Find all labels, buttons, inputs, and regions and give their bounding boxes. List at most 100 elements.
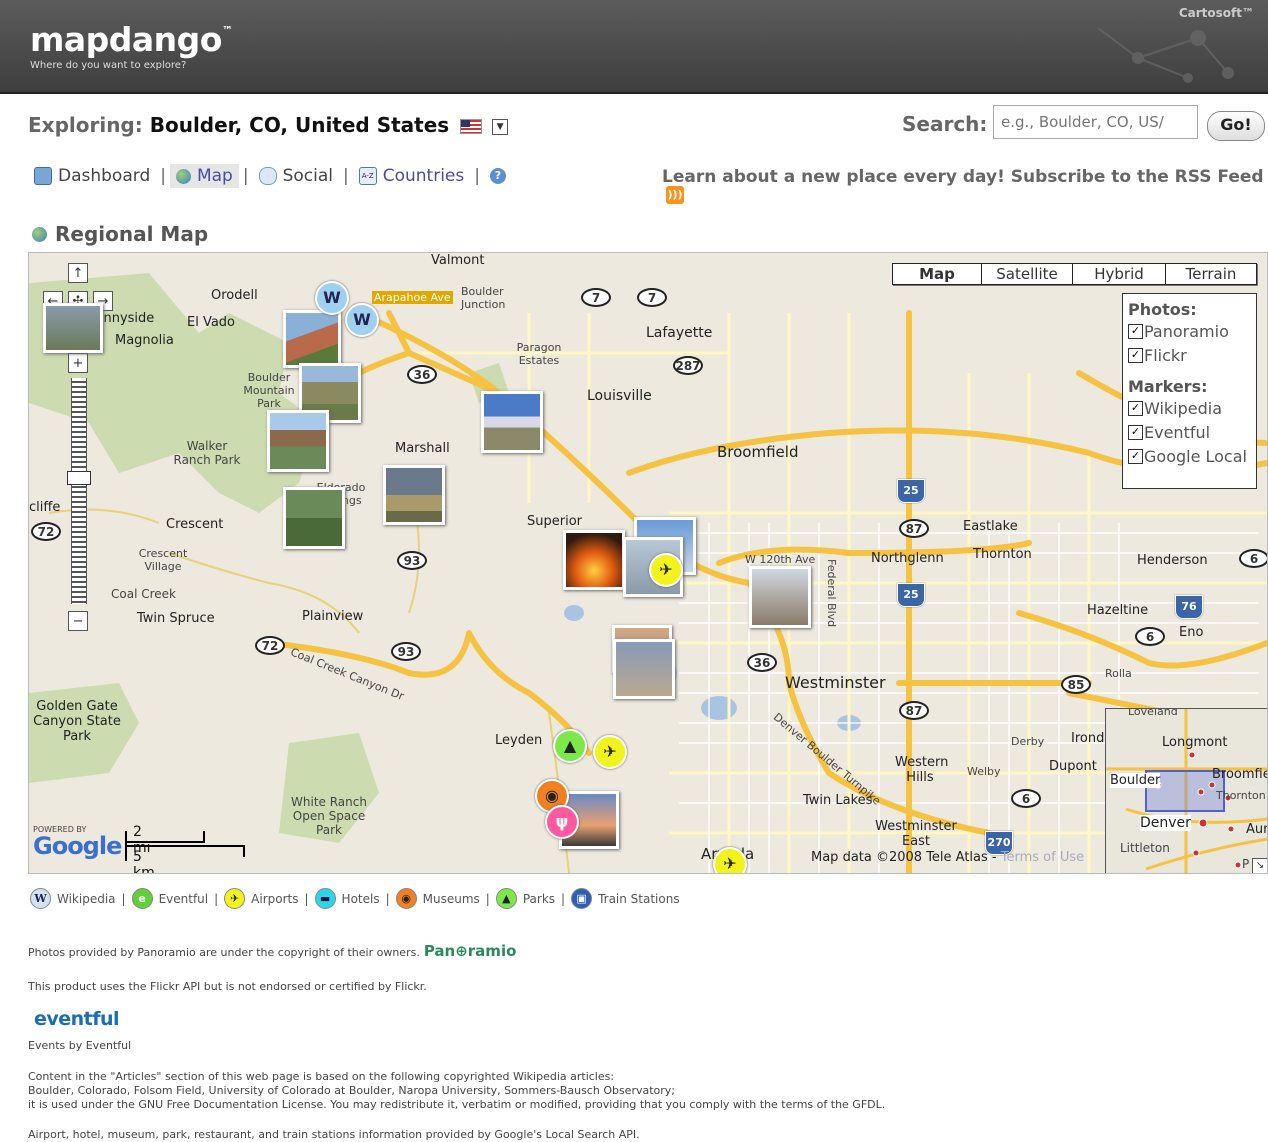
layer-google-local-checkbox[interactable]: ✓ Google Local	[1128, 444, 1251, 468]
map-photo[interactable]	[563, 530, 625, 590]
map-type-terrain-button[interactable]: Terrain	[1165, 263, 1257, 285]
site-logo[interactable]: mapdango™	[30, 20, 233, 59]
map-label: Louisville	[587, 388, 652, 404]
legend-item-eventful: e Eventful	[131, 888, 208, 909]
overview-label: Denver	[1140, 815, 1191, 831]
layer-wikipedia-checkbox[interactable]: ✓ Wikipedia	[1128, 396, 1251, 420]
zoom-slider[interactable]	[71, 378, 87, 604]
help-icon[interactable]: ?	[489, 168, 506, 184]
interstate-25-shield: 25	[897, 479, 925, 503]
map-label: Boulder Junction	[461, 285, 506, 311]
map-label: Coal Creek	[111, 587, 176, 601]
scale-km: 5 km	[133, 849, 155, 874]
regional-map[interactable]: Map Satellite Hybrid Terrain Photos: ✓ Pa…	[28, 252, 1268, 874]
map-label: Twin Spruce	[137, 611, 215, 626]
map-label: Crescent Village	[138, 547, 188, 573]
eventful-credit: Events by Eventful	[28, 1039, 132, 1052]
wikipedia-credit-line2: Boulder, Colorado, Folsom Field, Univers…	[28, 1084, 676, 1097]
map-label: Valmont	[431, 253, 485, 268]
overview-minimap[interactable]: Loveland Longmont Boulder Broomfie Thorn…	[1105, 708, 1268, 873]
map-type-selector: Map Satellite Hybrid Terrain	[892, 263, 1257, 285]
zoom-out-button[interactable]: −	[68, 611, 88, 631]
terms-of-use-link[interactable]: Terms of Use	[1001, 850, 1084, 865]
eventful-logo[interactable]: eventful	[34, 1008, 120, 1030]
globe-icon	[175, 168, 191, 184]
search-label: Search:	[902, 112, 988, 136]
highway-7-shield: 7	[581, 288, 611, 307]
layer-flickr-checkbox[interactable]: ✓ Flickr	[1128, 343, 1251, 367]
highway-87-shield: 87	[899, 519, 929, 538]
map-label: Arapahoe Ave	[372, 291, 453, 304]
speech-bubble-icon	[258, 167, 277, 185]
us-flag-icon	[460, 119, 483, 134]
map-type-map-button[interactable]: Map	[892, 263, 982, 285]
airport-marker[interactable]: ✈	[713, 847, 747, 873]
nav-countries[interactable]: A-Z Countries	[358, 166, 464, 186]
wikipedia-marker[interactable]: W	[315, 281, 349, 315]
map-label: Magnolia	[115, 333, 174, 348]
overview-label: Thornton	[1216, 789, 1266, 802]
place-dropdown-button[interactable]: ▼	[492, 118, 509, 135]
highway-93-shield: 93	[391, 642, 421, 661]
legend-item-hotels: ▬ Hotels	[314, 888, 380, 909]
map-photo[interactable]	[283, 487, 345, 549]
highway-6-shield: 6	[1239, 549, 1267, 568]
rss-subscribe-link[interactable]: Learn about a new place every day! Subsc…	[662, 167, 1268, 207]
go-button[interactable]: Go!	[1207, 111, 1265, 141]
layer-panoramio-checkbox[interactable]: ✓ Panoramio	[1128, 319, 1251, 343]
map-label: W 120th Ave	[745, 553, 816, 566]
regional-map-title: Regional Map	[32, 222, 208, 246]
nav-separator: |	[160, 166, 166, 186]
map-photo[interactable]	[283, 310, 341, 368]
map-label: Boulder Mountain Park	[243, 371, 295, 410]
highway-6-shield: 6	[1011, 789, 1041, 808]
nav-social[interactable]: Social	[258, 166, 333, 186]
layer-eventful-checkbox[interactable]: ✓ Eventful	[1128, 420, 1251, 444]
search-input[interactable]	[993, 105, 1198, 139]
nav-map[interactable]: Map	[169, 164, 239, 188]
overview-label: P	[1242, 857, 1250, 871]
map-label: Marshall	[395, 441, 450, 456]
legend-item-museums: ◉ Museums	[395, 888, 480, 909]
map-label: Northglenn	[871, 551, 944, 566]
map-photo[interactable]	[481, 391, 543, 453]
interstate-25-shield: 25	[897, 583, 925, 607]
map-photo[interactable]	[267, 410, 329, 472]
airport-marker[interactable]: ✈	[649, 553, 683, 587]
map-type-hybrid-button[interactable]: Hybrid	[1072, 263, 1166, 285]
checkbox-icon: ✓	[1128, 323, 1143, 339]
map-photo[interactable]	[613, 639, 675, 699]
legend-item-train-stations: ▣ Train Stations	[571, 888, 680, 909]
wikipedia-marker[interactable]: W	[345, 303, 379, 337]
map-label: Irond	[1071, 731, 1105, 746]
restaurant-marker[interactable]: ψ	[545, 805, 579, 839]
map-label: Dupont	[1049, 759, 1097, 774]
map-photo[interactable]	[383, 465, 445, 525]
map-label: Hazeltine	[1087, 603, 1149, 618]
collapse-overview-icon[interactable]: ↘	[1252, 858, 1267, 873]
overview-label: Longmont	[1162, 735, 1228, 750]
map-label: Crescent	[166, 517, 224, 532]
checkbox-icon: ✓	[1128, 424, 1143, 440]
map-type-satellite-button[interactable]: Satellite	[981, 263, 1073, 285]
panoramio-logo[interactable]: Pan⊕ramio	[424, 942, 517, 960]
park-icon: ▲	[495, 888, 517, 909]
overview-label: Littleton	[1120, 841, 1170, 855]
map-copyright: Map data ©2008 Tele Atlas - Terms of Use	[811, 850, 1085, 865]
exploring-heading: Exploring: Boulder, CO, United States ▼	[28, 113, 509, 137]
google-logo[interactable]: POWERED BY Google	[33, 825, 122, 860]
markers-heading: Markers:	[1128, 377, 1208, 396]
airport-marker[interactable]: ✈	[593, 735, 627, 769]
highway-287-shield: 287	[673, 356, 703, 375]
pan-up-button[interactable]: ↑	[68, 263, 88, 283]
map-photo[interactable]	[749, 566, 811, 628]
wikipedia-credit-line3: it is used under the GNU Free Documentat…	[28, 1098, 886, 1111]
zoom-in-button[interactable]: +	[68, 353, 88, 373]
nav-dashboard[interactable]: Dashboard	[34, 166, 150, 186]
overview-label: Aur	[1246, 822, 1268, 837]
map-photo[interactable]	[43, 303, 103, 353]
zoom-slider-thumb[interactable]	[67, 471, 91, 485]
site-header: mapdango™ Where do you want to explore? …	[0, 0, 1268, 94]
park-marker[interactable]: ▲	[553, 729, 587, 763]
map-label: Welby	[967, 765, 1001, 778]
